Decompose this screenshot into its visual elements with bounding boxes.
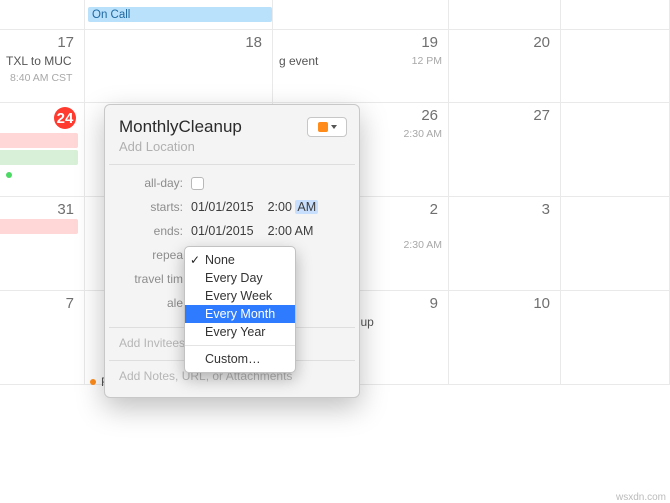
event-location-input[interactable]: Add Location	[119, 139, 345, 154]
cell-r1-extra[interactable]	[561, 30, 670, 103]
row-all-day: all-day:	[119, 173, 345, 193]
row-ends: ends: 01/01/2015 2:00 AM	[119, 221, 345, 241]
event-on-call[interactable]: On Call	[88, 7, 272, 22]
cell-r0-c0[interactable]	[0, 0, 85, 30]
cell-24[interactable]: 24	[0, 103, 85, 197]
label-ends: ends:	[119, 224, 191, 238]
menu-item-custom[interactable]: Custom…	[185, 350, 295, 368]
label-alert: ale	[119, 296, 191, 310]
day-number: 2	[430, 201, 438, 218]
checkmark-icon: ✓	[190, 253, 200, 267]
starts-ampm-selected[interactable]: AM	[295, 200, 318, 214]
label-all-day: all-day:	[119, 176, 191, 190]
cell-27[interactable]: 27	[449, 103, 561, 197]
event-time-line: 8:40 AM CST	[6, 70, 78, 85]
dot-icon	[6, 172, 12, 178]
cell-r0-c3[interactable]	[449, 0, 561, 30]
starts-time-input[interactable]: 2:00 AM	[268, 200, 319, 214]
event-g-event[interactable]: g event 12 PM	[279, 53, 442, 68]
event-dot-green[interactable]	[6, 167, 78, 182]
cell-31[interactable]: 31	[0, 197, 85, 291]
dot-icon	[90, 379, 96, 385]
ends-time-input[interactable]: 2:00 AM	[268, 224, 314, 238]
cell-r3-extra[interactable]	[561, 197, 670, 291]
menu-separator	[185, 345, 295, 346]
event-title: On Call	[92, 9, 130, 21]
event-pill-red[interactable]	[0, 133, 78, 148]
cell-3[interactable]: 3	[449, 197, 561, 291]
calendar-app: 17 TXL to MUC 8:40 AM CST 18 19 g event …	[0, 0, 670, 503]
menu-item-every-year[interactable]: Every Year	[185, 323, 295, 341]
menu-item-every-week[interactable]: Every Week	[185, 287, 295, 305]
cell-r4-extra[interactable]	[561, 291, 670, 385]
day-number: 9	[430, 295, 438, 312]
all-day-checkbox[interactable]	[191, 177, 204, 190]
event-title: TXL to MUC	[6, 54, 72, 68]
cell-r2-extra[interactable]	[561, 103, 670, 197]
cell-r0-c2[interactable]	[273, 0, 449, 30]
row-starts: starts: 01/01/2015 2:00 AM	[119, 197, 345, 217]
cell-19[interactable]: 19 g event 12 PM	[273, 30, 449, 103]
menu-item-every-month[interactable]: Every Month	[185, 305, 295, 323]
chevron-down-icon	[331, 125, 337, 129]
event-time: 2:30 AM	[399, 239, 442, 251]
day-number: 17	[57, 34, 74, 51]
day-number-today: 24	[54, 107, 76, 129]
menu-item-every-day[interactable]: Every Day	[185, 269, 295, 287]
calendar-color-selector[interactable]	[307, 117, 347, 137]
label-starts: starts:	[119, 200, 191, 214]
label-repeat: repea	[119, 248, 191, 262]
starts-date-input[interactable]: 01/01/2015	[191, 200, 254, 214]
cell-r0-c4[interactable]	[561, 0, 670, 30]
day-number: 18	[245, 34, 262, 51]
cell-18[interactable]: 18	[85, 30, 273, 103]
event-pill-red-31[interactable]	[0, 219, 78, 234]
label-travel-time: travel tim	[119, 272, 191, 286]
day-number: 3	[542, 201, 550, 218]
ends-date-input[interactable]: 01/01/2015	[191, 224, 254, 238]
day-number: 20	[533, 34, 550, 51]
menu-item-none[interactable]: ✓ None	[185, 251, 295, 269]
day-number: 10	[533, 295, 550, 312]
day-number: 26	[421, 107, 438, 124]
day-number: 7	[66, 295, 74, 312]
event-pill-green[interactable]	[0, 150, 78, 165]
event-title: g event	[279, 54, 318, 68]
day-number: 27	[533, 107, 550, 124]
color-swatch-icon	[318, 122, 328, 132]
cell-20[interactable]: 20	[449, 30, 561, 103]
repeat-dropdown-menu: ✓ None Every Day Every Week Every Month …	[184, 246, 296, 373]
cell-7[interactable]: 7	[0, 291, 85, 385]
event-time: 8:40 AM CST	[6, 72, 72, 84]
event-time: 12 PM	[408, 55, 442, 67]
event-time: 2:30 AM	[399, 128, 442, 140]
watermark: wsxdn.com	[616, 492, 666, 503]
cell-10[interactable]: 10	[449, 291, 561, 385]
day-number: 31	[57, 201, 74, 218]
event-txl-to-muc[interactable]: TXL to MUC	[6, 53, 78, 68]
day-number: 19	[421, 34, 438, 51]
cell-17[interactable]: 17 TXL to MUC 8:40 AM CST	[0, 30, 85, 103]
